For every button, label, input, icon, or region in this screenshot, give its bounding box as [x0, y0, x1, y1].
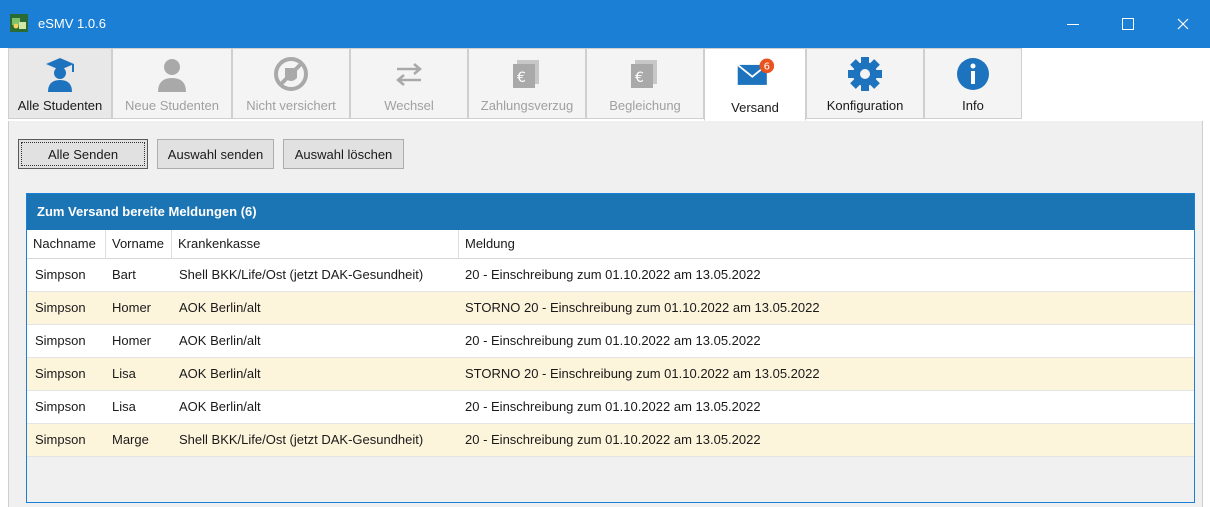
- send-selection-button[interactable]: Auswahl senden: [157, 139, 274, 169]
- tab-neue-studenten[interactable]: Neue Studenten: [112, 48, 232, 119]
- column-header-meldung[interactable]: Meldung: [459, 230, 1194, 258]
- cell-nachname: Simpson: [35, 399, 86, 414]
- cell-vorname: Bart: [112, 267, 136, 282]
- maximize-icon: [1122, 18, 1134, 30]
- tab-alle-studenten[interactable]: Alle Studenten: [8, 48, 112, 119]
- versand-panel: Alle Senden Auswahl senden Auswahl lösch…: [8, 121, 1203, 507]
- close-button[interactable]: [1160, 0, 1206, 48]
- payment-default-icon: €: [513, 60, 539, 88]
- cell-krankenkasse: Shell BKK/Life/Ost (jetzt DAK-Gesundheit…: [179, 267, 424, 282]
- settlement-icon: €: [631, 60, 657, 88]
- tab-wechsel[interactable]: Wechsel: [350, 48, 468, 119]
- table-row[interactable]: Simpson Bart Shell BKK/Life/Ost (jetzt D…: [27, 259, 1194, 292]
- gear-icon: [848, 57, 882, 91]
- tab-begleichung[interactable]: € Begleichung: [586, 48, 704, 119]
- minimize-icon: [1067, 23, 1079, 25]
- tab-nicht-versichert[interactable]: Nicht versichert: [232, 48, 350, 119]
- tab-versand[interactable]: 6 Versand: [704, 48, 806, 121]
- cell-nachname: Simpson: [35, 366, 86, 381]
- tab-zahlungsverzug[interactable]: € Zahlungsverzug: [468, 48, 586, 119]
- tab-label: Versand: [731, 100, 779, 115]
- send-all-button[interactable]: Alle Senden: [18, 139, 148, 169]
- table-row[interactable]: Simpson Lisa AOK Berlin/alt STORNO 20 - …: [27, 358, 1194, 391]
- cell-krankenkasse: AOK Berlin/alt: [179, 333, 261, 348]
- swap-arrows-icon: [396, 63, 422, 86]
- tab-info[interactable]: Info: [924, 48, 1022, 119]
- minimize-button[interactable]: [1050, 0, 1096, 48]
- grid-title: Zum Versand bereite Meldungen (6): [27, 194, 1194, 230]
- column-header-krankenkasse[interactable]: Krankenkasse: [172, 230, 459, 258]
- tab-label: Nicht versichert: [246, 98, 336, 113]
- tab-label: Zahlungsverzug: [480, 98, 574, 113]
- cell-nachname: Simpson: [35, 333, 86, 348]
- tab-konfiguration[interactable]: Konfiguration: [806, 48, 924, 119]
- cell-meldung: 20 - Einschreibung zum 01.10.2022 am 13.…: [465, 432, 761, 447]
- cell-meldung: 20 - Einschreibung zum 01.10.2022 am 13.…: [465, 399, 761, 414]
- student-graduate-icon: [46, 58, 74, 92]
- cell-vorname: Lisa: [112, 399, 136, 414]
- delete-selection-button[interactable]: Auswahl löschen: [283, 139, 404, 169]
- table-row[interactable]: Simpson Lisa AOK Berlin/alt 20 - Einschr…: [27, 391, 1194, 424]
- cell-krankenkasse: AOK Berlin/alt: [179, 366, 261, 381]
- app-logo-icon: [10, 14, 28, 32]
- tab-label: Konfiguration: [826, 98, 904, 113]
- window-title: eSMV 1.0.6: [38, 16, 106, 31]
- tab-label: Info: [962, 98, 984, 113]
- cell-meldung: 20 - Einschreibung zum 01.10.2022 am 13.…: [465, 333, 761, 348]
- cell-vorname: Lisa: [112, 366, 136, 381]
- column-header-nachname[interactable]: Nachname: [27, 230, 106, 258]
- tab-label: Wechsel: [384, 98, 434, 113]
- not-insured-icon: [274, 57, 308, 91]
- svg-text:€: €: [635, 70, 644, 86]
- cell-vorname: Homer: [112, 333, 152, 348]
- table-row[interactable]: Simpson Homer AOK Berlin/alt STORNO 20 -…: [27, 292, 1194, 325]
- column-header-vorname[interactable]: Vorname: [106, 230, 172, 258]
- tab-label: Begleichung: [609, 98, 681, 113]
- mail-icon: 6: [737, 58, 775, 85]
- table-row[interactable]: Simpson Marge Shell BKK/Life/Ost (jetzt …: [27, 424, 1194, 457]
- main-toolbar: Alle Studenten Neue Studenten Nicht vers…: [8, 48, 1203, 121]
- cell-vorname: Marge: [112, 432, 149, 447]
- messages-grid: Zum Versand bereite Meldungen (6) Nachna…: [26, 193, 1195, 503]
- cell-krankenkasse: AOK Berlin/alt: [179, 399, 261, 414]
- tab-label: Alle Studenten: [17, 98, 103, 113]
- cell-nachname: Simpson: [35, 432, 86, 447]
- new-student-icon: [158, 59, 186, 92]
- cell-nachname: Simpson: [35, 267, 86, 282]
- svg-text:€: €: [517, 70, 526, 86]
- unread-badge: 6: [764, 61, 770, 72]
- cell-krankenkasse: Shell BKK/Life/Ost (jetzt DAK-Gesundheit…: [179, 432, 424, 447]
- close-icon: [1177, 18, 1189, 30]
- title-bar: eSMV 1.0.6: [0, 0, 1210, 48]
- cell-krankenkasse: AOK Berlin/alt: [179, 300, 261, 315]
- cell-meldung: 20 - Einschreibung zum 01.10.2022 am 13.…: [465, 267, 761, 282]
- cell-meldung: STORNO 20 - Einschreibung zum 01.10.2022…: [465, 366, 820, 381]
- maximize-button[interactable]: [1105, 0, 1151, 48]
- table-row[interactable]: Simpson Homer AOK Berlin/alt 20 - Einsch…: [27, 325, 1194, 358]
- tab-label: Neue Studenten: [125, 98, 219, 113]
- cell-meldung: STORNO 20 - Einschreibung zum 01.10.2022…: [465, 300, 820, 315]
- cell-vorname: Homer: [112, 300, 152, 315]
- cell-nachname: Simpson: [35, 300, 86, 315]
- info-icon: [957, 58, 989, 90]
- grid-column-headers: Nachname Vorname Krankenkasse Meldung: [27, 230, 1194, 259]
